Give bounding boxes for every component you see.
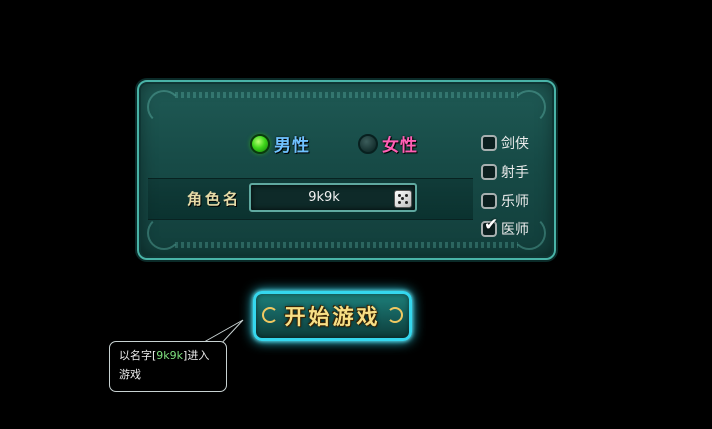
character-name-label: 角色名	[187, 190, 242, 208]
swirl-ornament-icon	[262, 307, 278, 323]
class-label: 乐师	[501, 194, 529, 210]
class-label: 射手	[501, 165, 529, 181]
corner-ornament-icon	[147, 216, 181, 250]
radio-unselected-icon[interactable]	[358, 133, 378, 154]
radio-selected-icon[interactable]	[250, 133, 270, 154]
class-option-sheshou[interactable]: 射手	[481, 162, 529, 182]
start-game-button[interactable]: 开始游戏	[253, 291, 412, 341]
panel-frieze-top	[175, 92, 518, 98]
class-label: 医师	[501, 222, 529, 238]
checkbox[interactable]	[481, 135, 497, 151]
gender-male-option[interactable]: 男性	[250, 131, 310, 156]
start-game-label: 开始游戏	[284, 305, 381, 329]
corner-ornament-icon	[512, 90, 546, 124]
class-option-jianxia[interactable]: 剑侠	[481, 133, 529, 153]
check-icon: ✔	[484, 215, 499, 235]
character-name-input[interactable]	[249, 183, 417, 212]
corner-ornament-icon	[147, 90, 181, 124]
checkbox-checked[interactable]: ✔	[481, 217, 498, 237]
class-label: 剑侠	[501, 136, 529, 152]
tooltip-prefix: 以名字[	[119, 349, 157, 362]
panel-frieze-bottom	[175, 242, 518, 248]
checkbox[interactable]	[481, 164, 497, 180]
dice-icon[interactable]	[394, 190, 412, 208]
checkbox[interactable]	[481, 193, 497, 209]
gender-female-option[interactable]: 女性	[358, 131, 418, 156]
gender-male-label: 男性	[274, 136, 310, 156]
tooltip-bubble: 以名字[9k9k]进入游戏	[109, 341, 227, 392]
gender-female-label: 女性	[382, 136, 418, 156]
tooltip-name: 9k9k	[156, 349, 184, 362]
class-option-yueshi[interactable]: 乐师	[481, 191, 529, 211]
class-option-yishi[interactable]: ✔ 医师	[481, 217, 529, 239]
swirl-ornament-icon	[387, 307, 403, 323]
